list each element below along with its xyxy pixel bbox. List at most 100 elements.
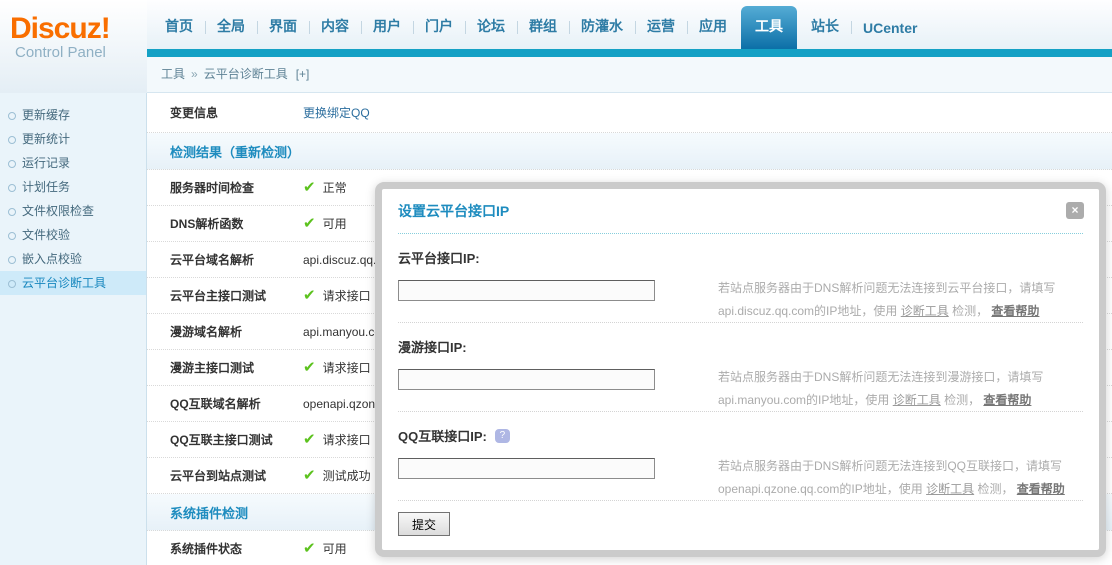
nav-item-apps[interactable]: 应用 (687, 16, 739, 49)
cloud-ip-label: 云平台接口IP: (398, 251, 480, 266)
row-label: 漫游域名解析 (170, 325, 243, 339)
row-label: 云平台到站点测试 (170, 469, 267, 483)
row-label: 系统插件状态 (170, 542, 243, 556)
discuz-logo: Discuz! (10, 12, 111, 45)
label-text: QQ互联接口IP: (398, 429, 487, 444)
breadcrumb-section[interactable]: 工具 (161, 67, 185, 81)
sidebar-item-label: 文件权限检查 (22, 204, 95, 218)
row-label: 云平台主接口测试 (170, 289, 267, 303)
check-icon: ✔ (303, 179, 316, 196)
breadcrumb-expand-link[interactable]: [+] (296, 67, 310, 81)
manyou-ip-input[interactable] (398, 369, 655, 390)
nav-item-users[interactable]: 用户 (361, 16, 413, 49)
sidebar-item-hook-verify[interactable]: 嵌入点校验 (0, 247, 146, 271)
row-value: 请求接口 (322, 361, 371, 375)
bullet-icon (8, 160, 16, 168)
row-value: 请求接口 (322, 289, 371, 303)
sidebar-item-cloud-diagnostic-tool[interactable]: 云平台诊断工具 (0, 271, 146, 295)
row-label: 云平台域名解析 (170, 253, 255, 267)
check-icon: ✔ (303, 215, 316, 232)
bullet-icon (8, 136, 16, 144)
row-value: 可用 (322, 217, 347, 231)
sidebar-item-file-verify[interactable]: 文件校验 (0, 223, 146, 247)
nav-item-groups[interactable]: 群组 (517, 16, 569, 49)
nav-accent-bar (147, 49, 1112, 57)
sidebar-item-run-log[interactable]: 运行记录 (0, 151, 146, 175)
cloud-ip-input[interactable] (398, 280, 655, 301)
help-bubble-icon[interactable]: ? (494, 428, 510, 443)
row-label: DNS解析函数 (170, 217, 244, 231)
sidebar-item-label: 更新统计 (22, 132, 71, 146)
nav-item-home[interactable]: 首页 (153, 16, 205, 49)
row-label: 服务器时间检查 (170, 181, 255, 195)
sidebar-item-label: 计划任务 (22, 180, 71, 194)
view-help-link[interactable]: 查看帮助 (983, 393, 1031, 407)
diagnostic-tool-link[interactable]: 诊断工具 (901, 304, 949, 318)
close-icon[interactable]: × (1066, 202, 1084, 219)
sidebar-item-update-stats[interactable]: 更新统计 (0, 127, 146, 151)
bullet-icon (8, 208, 16, 216)
redetect-link[interactable]: （重新检测） (222, 142, 300, 161)
qq-connect-ip-input[interactable] (398, 458, 655, 479)
sidebar-item-cron-tasks[interactable]: 计划任务 (0, 175, 146, 199)
check-icon: ✔ (303, 431, 316, 448)
check-icon: ✔ (303, 359, 316, 376)
submit-button[interactable]: 提交 (398, 512, 450, 536)
check-icon: ✔ (303, 540, 316, 557)
sidebar-item-file-permission-check[interactable]: 文件权限检查 (0, 199, 146, 223)
sidebar-item-label: 云平台诊断工具 (22, 276, 107, 290)
section-title: 检测结果 (170, 144, 223, 160)
row-value: 正常 (322, 181, 347, 195)
sidebar-item-update-cache[interactable]: 更新缓存 (0, 103, 146, 127)
sidebar-item-label: 文件校验 (22, 228, 71, 242)
nav-item-global[interactable]: 全局 (205, 16, 257, 49)
cloud-ip-section: 云平台接口IP: 若站点服务器由于DNS解析问题无法连接到云平台接口，请填写ap… (398, 234, 1083, 323)
row-value: 请求接口 (322, 433, 371, 447)
row-label: 变更信息 (170, 106, 219, 120)
nav-item-content[interactable]: 内容 (309, 16, 361, 49)
top-nav: 首页 全局 界面 内容 用户 门户 论坛 群组 防灌水 运营 应用 工具 站长 … (147, 0, 1112, 49)
bullet-icon (8, 256, 16, 264)
logo-subtitle: Control Panel (15, 44, 106, 61)
help-text: 检测， (940, 393, 984, 407)
diagnostic-tool-link[interactable]: 诊断工具 (893, 393, 941, 407)
nav-item-forum[interactable]: 论坛 (465, 16, 517, 49)
qq-connect-ip-help-text: 若站点服务器由于DNS解析问题无法连接到QQ互联接口，请填写openapi.qz… (718, 455, 1083, 500)
nav-item-tools-active[interactable]: 工具 (741, 6, 797, 49)
logo-panel: Discuz! Control Panel (0, 0, 147, 93)
manyou-ip-label: 漫游接口IP: (398, 340, 467, 355)
nav-item-operation[interactable]: 运营 (635, 16, 687, 49)
nav-item-ucenter[interactable]: UCenter (851, 20, 929, 49)
row-value: 测试成功 (322, 469, 371, 483)
sidebar-item-label: 运行记录 (22, 156, 71, 170)
nav-item-antispam[interactable]: 防灌水 (569, 16, 635, 49)
nav-item-portal[interactable]: 门户 (413, 16, 465, 49)
set-cloud-interface-ip-dialog: 设置云平台接口IP × 云平台接口IP: 若站点服务器由于DNS解析问题无法连接… (375, 182, 1106, 557)
check-icon: ✔ (303, 287, 316, 304)
view-help-link[interactable]: 查看帮助 (1017, 482, 1065, 496)
row-label: QQ互联域名解析 (170, 397, 261, 411)
sidebar-item-label: 嵌入点校验 (22, 252, 83, 266)
qq-connect-ip-section: QQ互联接口IP: ? 若站点服务器由于DNS解析问题无法连接到QQ互联接口，请… (398, 412, 1083, 501)
diagnostic-tool-link[interactable]: 诊断工具 (926, 482, 974, 496)
row-value: 可用 (322, 542, 347, 556)
qq-connect-ip-label: QQ互联接口IP: ? (398, 426, 718, 445)
breadcrumb: 工具 » 云平台诊断工具 [+] (147, 57, 1112, 93)
nav-item-interface[interactable]: 界面 (257, 16, 309, 49)
discuz-control-panel: Discuz! Control Panel 首页 全局 界面 内容 用户 门户 … (0, 0, 1112, 565)
sidebar-item-label: 更新缓存 (22, 108, 71, 122)
bullet-icon (8, 232, 16, 240)
breadcrumb-separator: » (191, 67, 198, 81)
change-bound-qq-link[interactable]: 更换绑定QQ (303, 104, 370, 121)
view-help-link[interactable]: 查看帮助 (991, 304, 1039, 318)
help-text: 检测， (974, 482, 1017, 496)
breadcrumb-page: 云平台诊断工具 (203, 67, 288, 81)
manyou-ip-help-text: 若站点服务器由于DNS解析问题无法连接到漫游接口，请填写api.manyou.c… (718, 366, 1083, 411)
sidebar: 更新缓存 更新统计 运行记录 计划任务 文件权限检查 文件校验 嵌入点校验 云平… (0, 93, 147, 565)
check-icon: ✔ (303, 467, 316, 484)
table-row: 变更信息 更换绑定QQ (147, 93, 1112, 133)
bullet-icon (8, 184, 16, 192)
bullet-icon (8, 112, 16, 120)
nav-item-webmaster[interactable]: 站长 (799, 16, 851, 49)
section-header-detect-results: 检测结果 （重新检测） (147, 133, 1112, 170)
